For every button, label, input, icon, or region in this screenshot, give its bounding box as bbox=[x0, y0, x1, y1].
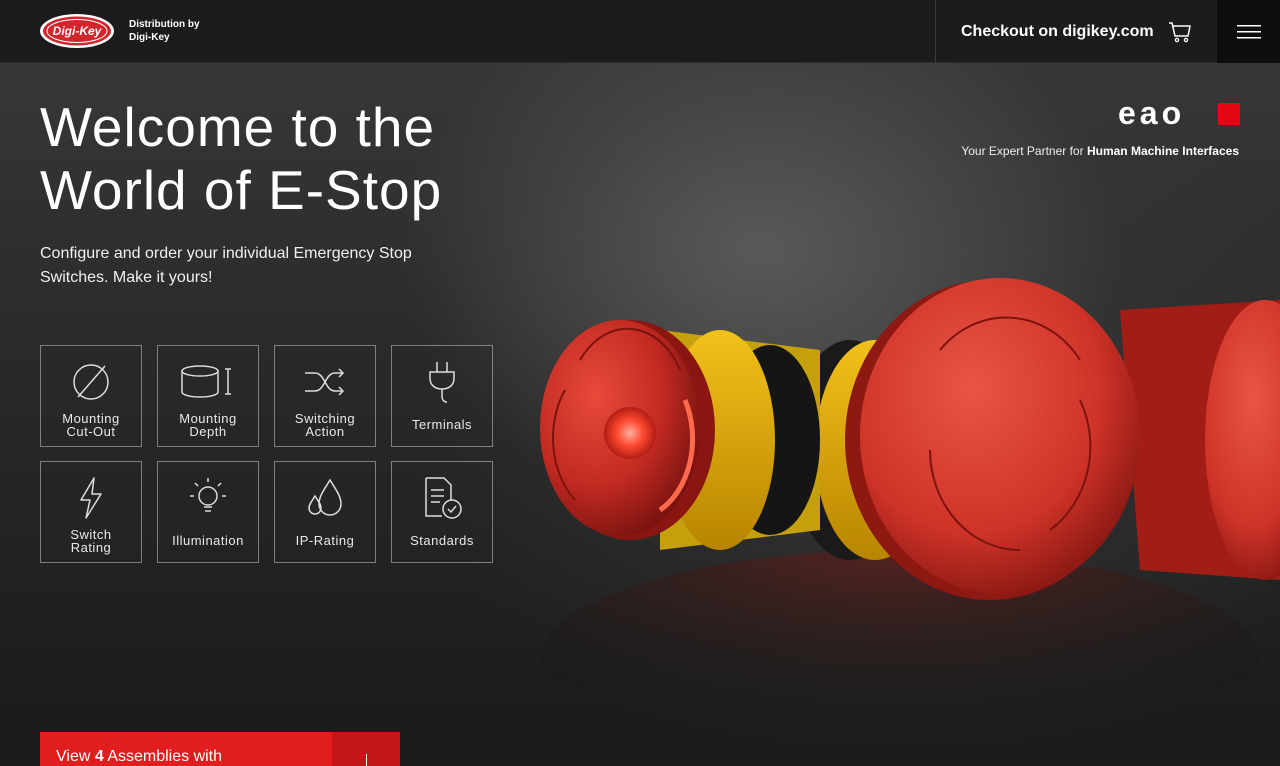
checkout-label: Checkout on digikey.com bbox=[961, 22, 1154, 40]
filter-label-line1: Terminals bbox=[411, 417, 473, 432]
eao-logo-text: eao bbox=[1118, 100, 1185, 128]
checkout-button[interactable]: Checkout on digikey.com bbox=[935, 0, 1217, 63]
filter-label-line2: Rating bbox=[70, 540, 112, 555]
filter-switching-action[interactable]: Switching Action bbox=[274, 345, 376, 447]
hamburger-icon bbox=[1236, 24, 1261, 38]
switching-action-icon bbox=[305, 368, 345, 396]
cart-icon bbox=[1168, 21, 1191, 42]
filter-label-line2: Depth bbox=[189, 424, 227, 439]
eao-tagline: Your Expert Partner for Human Machine In… bbox=[961, 144, 1239, 158]
filter-label-line1: IP-Rating bbox=[295, 533, 355, 548]
distribution-line2: Digi-Key bbox=[129, 32, 170, 43]
certificate-document-icon bbox=[425, 477, 462, 519]
filter-label: IP-Rating bbox=[275, 534, 375, 547]
distribution-line1: Distribution by bbox=[129, 19, 200, 30]
eao-logo: eao bbox=[1118, 100, 1240, 128]
view-assemblies-label: View 4 Assemblies with bbox=[56, 748, 222, 766]
filter-label: Terminals bbox=[392, 418, 492, 431]
digikey-logo[interactable]: Digi-Key bbox=[38, 12, 116, 50]
filter-switch-rating[interactable]: Switch Rating bbox=[40, 461, 142, 563]
svg-text:Digi-Key: Digi-Key bbox=[53, 24, 103, 38]
emergency-stop-buttons-image bbox=[540, 278, 1280, 766]
tagline-bold: Human Machine Interfaces bbox=[1086, 144, 1239, 158]
top-bar: Digi-Key Distribution by Digi-Key Checko… bbox=[0, 0, 1280, 63]
lightning-icon bbox=[80, 477, 102, 519]
cta-prefix: View bbox=[56, 748, 91, 765]
filter-illumination[interactable]: Illumination bbox=[157, 461, 259, 563]
assembly-count: 4 bbox=[94, 748, 104, 765]
filter-standards[interactable]: Standards bbox=[391, 461, 493, 563]
mounting-cutout-icon bbox=[73, 364, 109, 400]
lightbulb-icon bbox=[190, 478, 226, 512]
filter-label: Standards bbox=[392, 534, 492, 547]
page-subtitle: Configure and order your individual Emer… bbox=[40, 245, 412, 286]
title-line2: World of E-Stop bbox=[40, 159, 443, 221]
filter-mounting-cutout[interactable]: Mounting Cut-Out bbox=[40, 345, 142, 447]
cta-suffix: Assemblies with bbox=[107, 748, 223, 765]
filter-label-line1: Standards bbox=[410, 533, 474, 548]
filter-ip-rating[interactable]: IP-Rating bbox=[274, 461, 376, 563]
cta-arrow-area[interactable] bbox=[332, 732, 400, 766]
filter-label-line1: Illumination bbox=[172, 533, 244, 548]
distribution-label: Distribution by Digi-Key bbox=[129, 18, 200, 44]
tagline-prefix: Your Expert Partner for bbox=[961, 144, 1084, 158]
view-assemblies-button[interactable]: View 4 Assemblies with bbox=[40, 732, 400, 766]
filter-grid: Mounting Cut-Out Mounting Depth Switchin… bbox=[40, 345, 493, 563]
filter-label: Mounting Depth bbox=[158, 412, 258, 438]
filter-label: Switch Rating bbox=[41, 528, 141, 554]
page-title: Welcome to the World of E-Stop bbox=[40, 96, 520, 222]
filter-label: Illumination bbox=[158, 534, 258, 547]
title-line1: Welcome to the bbox=[40, 96, 436, 158]
arrow-down-icon bbox=[366, 754, 367, 766]
mounting-depth-icon bbox=[181, 365, 231, 398]
terminals-plug-icon bbox=[429, 362, 455, 403]
menu-button[interactable] bbox=[1217, 0, 1280, 63]
water-drops-icon bbox=[308, 478, 342, 516]
filter-terminals[interactable]: Terminals bbox=[391, 345, 493, 447]
filter-mounting-depth[interactable]: Mounting Depth bbox=[157, 345, 259, 447]
filter-label-line2: Action bbox=[305, 424, 345, 439]
filter-label: Mounting Cut-Out bbox=[41, 412, 141, 438]
filter-label-line2: Cut-Out bbox=[66, 424, 116, 439]
filter-label: Switching Action bbox=[275, 412, 375, 438]
